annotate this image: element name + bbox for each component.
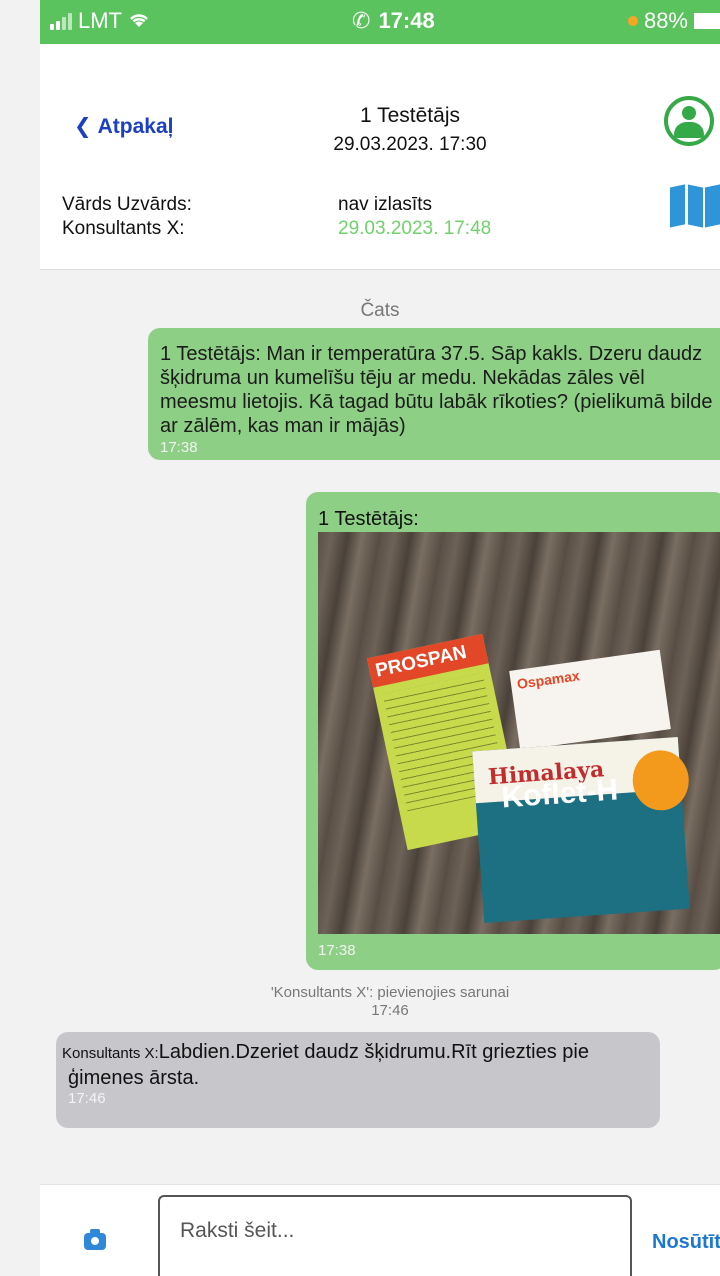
message-text: 1 Testētājs: Man ir temperatūra 37.5. Sā… — [160, 343, 713, 437]
wifi-icon — [128, 8, 150, 34]
message-input[interactable] — [158, 1195, 632, 1276]
chat-heading: Čats — [360, 300, 400, 321]
reply-bubble[interactable]: Konsultants X:Labdien.Dzeriet daudz šķid… — [56, 1032, 660, 1128]
user-status: nav izlasīts — [338, 194, 432, 215]
camera-icon[interactable] — [84, 1229, 106, 1250]
status-left: LMT — [50, 8, 150, 34]
system-note-time: 17:46 — [371, 1002, 409, 1019]
attached-photo[interactable]: PROSPAN Ospamax Himalaya Koflet-H — [318, 532, 720, 934]
message-time: 17:38 — [160, 439, 198, 456]
ospamax-label: Ospamax — [515, 667, 581, 692]
reply-message: Labdien.Dzeriet daudz šķidrumu.Rīt griez… — [158, 1041, 589, 1063]
system-note: 'Konsultants X': pievienojies sarunai 17… — [230, 984, 550, 1020]
phone-icon: ✆ — [352, 8, 371, 33]
koflet-box: Himalaya Koflet-H — [472, 737, 691, 923]
map-icon[interactable] — [670, 184, 720, 228]
image-message-time: 17:38 — [318, 942, 356, 959]
koflet-label: Koflet-H — [500, 773, 620, 815]
page-date: 29.03.2023. 17:30 — [333, 134, 487, 155]
image-message-bubble[interactable]: 1 Testētājs: PROSPAN Ospamax Himalaya Ko… — [306, 492, 720, 970]
back-button[interactable]: ❮ Atpakaļ — [74, 114, 173, 139]
status-center: ✆ 17:48 — [352, 8, 435, 34]
chevron-left-icon: ❮ — [74, 115, 92, 138]
battery-percent: 88% — [643, 8, 688, 33]
ospamax-box: Ospamax — [509, 649, 671, 751]
user-label: Vārds Uzvārds: — [62, 194, 192, 215]
system-note-text: 'Konsultants X': pievienojies sarunai — [270, 984, 510, 1001]
reply-message-line2: ģimenes ārsta. — [68, 1067, 200, 1089]
send-button[interactable]: Nosūtīt — [652, 1231, 720, 1254]
back-label: Atpakaļ — [97, 115, 174, 138]
page-title: 1 Testētājs — [359, 104, 460, 127]
header: ❮ Atpakaļ 1 Testētājs 29.03.2023. 17:30 V… — [40, 44, 720, 270]
status-right: 88% — [627, 8, 720, 34]
status-bar: LMT ✆ 17:48 88% — [40, 0, 720, 44]
signal-icon — [50, 12, 72, 30]
reply-text: Konsultants X:Labdien.Dzeriet daudz šķid… — [62, 1040, 654, 1066]
battery-dot-icon — [627, 16, 638, 26]
doctor-icon[interactable] — [664, 96, 714, 146]
carrier-label: LMT — [78, 8, 122, 33]
input-bar: Nosūtīt — [40, 1184, 720, 1276]
message-sender: 1 Testētājs: — [318, 508, 419, 530]
status-time: 17:48 — [378, 8, 435, 33]
message-bubble[interactable]: 1 Testētājs: Man ir temperatūra 37.5. Sā… — [148, 328, 720, 460]
reply-sender: Konsultants X: — [62, 1045, 159, 1062]
battery-icon — [694, 13, 720, 29]
consultant-status: 29.03.2023. 17:48 — [338, 218, 492, 239]
consultant-label: Konsultants X: — [62, 218, 185, 239]
reply-time: 17:46 — [68, 1090, 106, 1107]
